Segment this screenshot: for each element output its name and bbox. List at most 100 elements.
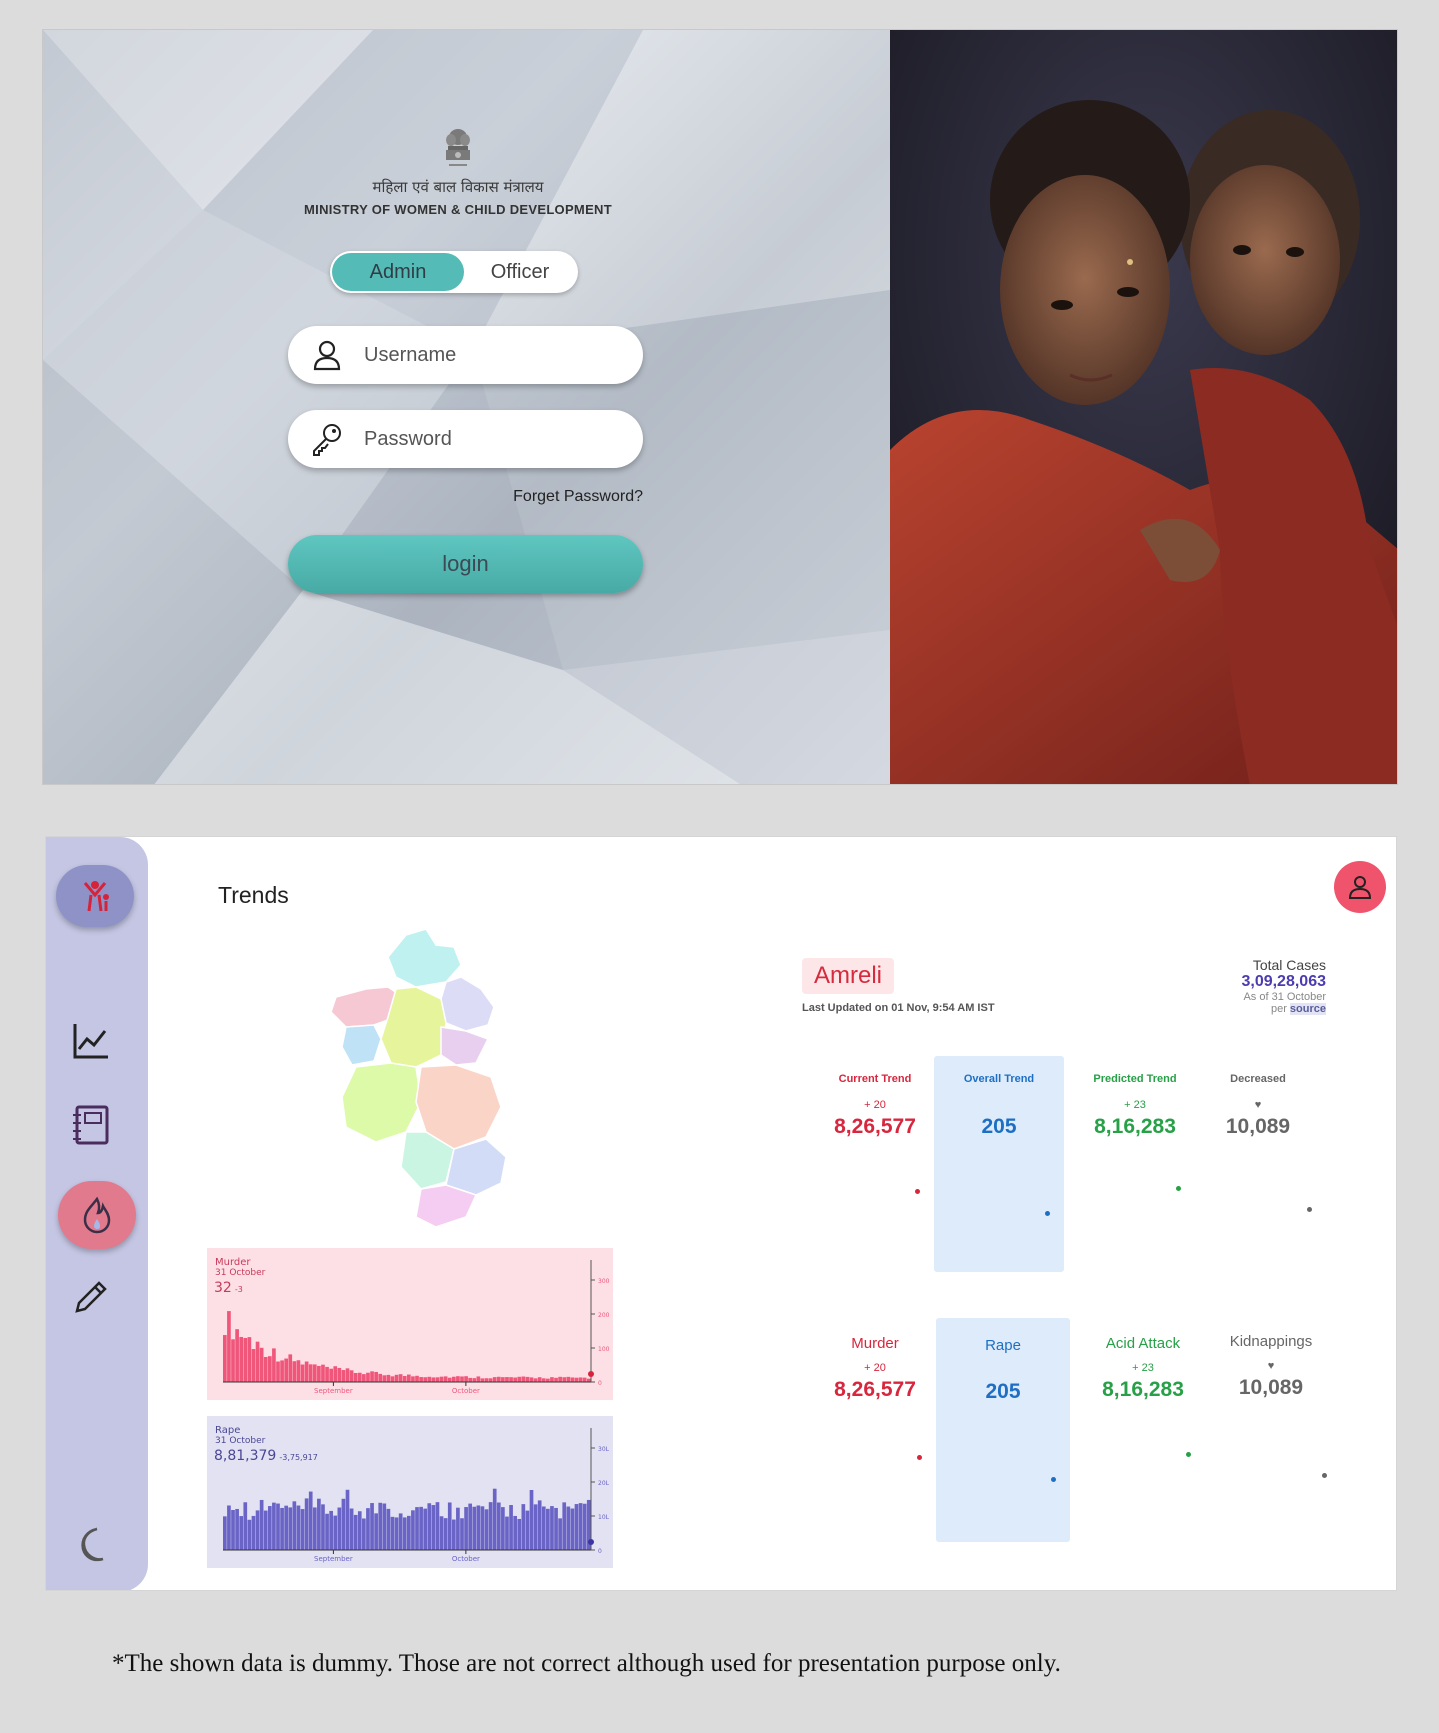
stat-delta bbox=[938, 1364, 1068, 1378]
chart-bar bbox=[337, 1507, 342, 1550]
chart-bar bbox=[333, 1515, 338, 1550]
flame-button[interactable] bbox=[58, 1181, 136, 1249]
y-tick-label: 300 bbox=[598, 1278, 610, 1285]
heart-icon: ♥ bbox=[1267, 1360, 1275, 1372]
chart-bar bbox=[255, 1341, 260, 1382]
map-region bbox=[440, 1026, 490, 1066]
stat-overall-trend[interactable]: Overall Trend 205 bbox=[934, 1073, 1064, 1139]
username-input[interactable] bbox=[364, 336, 624, 374]
chart-bar bbox=[284, 1505, 289, 1550]
chart-bar bbox=[272, 1502, 276, 1550]
chart-bar bbox=[570, 1377, 575, 1382]
stat-label: Rape bbox=[985, 1337, 1021, 1354]
chart-bar bbox=[423, 1377, 428, 1382]
chart-bar bbox=[288, 1354, 293, 1382]
chart-bar bbox=[517, 1518, 522, 1550]
chart-bar bbox=[525, 1510, 530, 1550]
chart-bar bbox=[321, 1364, 325, 1382]
chart-bar bbox=[521, 1504, 526, 1550]
stat-kidnappings[interactable]: Kidnappings ♥ 10,089 bbox=[1206, 1333, 1336, 1400]
chart-bar bbox=[415, 1375, 419, 1382]
chart-bar bbox=[484, 1378, 489, 1382]
chart-bar bbox=[456, 1507, 460, 1550]
chart-bar bbox=[492, 1488, 497, 1550]
district-map bbox=[330, 928, 507, 1228]
chart-bar bbox=[398, 1374, 403, 1382]
ministry-title: MINISTRY OF WOMEN & CHILD DEVELOPMENT bbox=[304, 202, 612, 217]
source-link[interactable]: source bbox=[1289, 1003, 1326, 1015]
chart-bar bbox=[296, 1360, 301, 1382]
y-tick-label: 200 bbox=[598, 1312, 610, 1319]
chart-bar bbox=[317, 1498, 321, 1550]
stat-label: Current Trend bbox=[838, 1073, 912, 1085]
murder-chart-number: 32 bbox=[214, 1280, 232, 1296]
password-input[interactable] bbox=[364, 420, 624, 458]
chart-bar bbox=[353, 1514, 358, 1550]
rape-chart-value: 8,81,379 -3,75,917 bbox=[214, 1448, 318, 1464]
total-cases: Total Cases 3,09,28,063 As of 31 October… bbox=[1106, 957, 1326, 1015]
chart-bar bbox=[558, 1376, 562, 1382]
chart-bar bbox=[267, 1356, 272, 1382]
stat-value: 8,16,283 bbox=[1102, 1378, 1184, 1401]
chart-bar bbox=[554, 1377, 558, 1382]
chart-bar bbox=[386, 1374, 391, 1382]
moon-icon[interactable] bbox=[71, 1525, 111, 1565]
rape-chart-plot: 30L 20L 10L 0 September October bbox=[223, 1428, 610, 1563]
stat-value: 8,16,283 bbox=[1094, 1115, 1176, 1138]
rape-chart: 30L 20L 10L 0 September October Rape 31 Octob… bbox=[207, 1416, 613, 1568]
login-button[interactable]: login bbox=[288, 535, 643, 593]
line-chart-icon[interactable] bbox=[71, 1021, 111, 1061]
logo-icon bbox=[83, 881, 109, 912]
sidebar bbox=[46, 837, 148, 1590]
stat-rape[interactable]: Rape 205 bbox=[938, 1337, 1068, 1404]
chart-bar bbox=[370, 1503, 374, 1550]
forget-password-link[interactable]: Forget Password? bbox=[463, 488, 643, 506]
avatar[interactable] bbox=[1334, 861, 1386, 913]
stat-murder[interactable]: Murder + 20 8,26,577 bbox=[810, 1335, 940, 1402]
chart-bar bbox=[451, 1519, 456, 1550]
stat-decreased[interactable]: Decreased ♥ 10,089 bbox=[1193, 1073, 1323, 1139]
chart-bar bbox=[370, 1371, 374, 1382]
stat-label: Overall Trend bbox=[963, 1073, 1035, 1085]
map-region bbox=[415, 1184, 478, 1228]
chart-bar bbox=[366, 1508, 370, 1550]
notebook-icon[interactable] bbox=[71, 1105, 111, 1145]
chart-bar bbox=[357, 1511, 362, 1550]
role-admin-option[interactable]: Admin bbox=[332, 253, 464, 291]
chart-bar bbox=[394, 1517, 399, 1550]
stat-acid-attack[interactable]: Acid Attack + 23 8,16,283 bbox=[1078, 1335, 1208, 1402]
chart-bar bbox=[227, 1311, 231, 1382]
total-cases-date: As of 31 October bbox=[1243, 991, 1326, 1003]
chart-bar bbox=[292, 1361, 297, 1382]
y-tick-label: 10L bbox=[598, 1514, 610, 1521]
chart-bar bbox=[251, 1515, 256, 1550]
chart-bar bbox=[554, 1507, 558, 1550]
crime-dot bbox=[917, 1455, 922, 1460]
chart-bar bbox=[460, 1518, 464, 1550]
chart-bar bbox=[300, 1509, 305, 1550]
chart-bar bbox=[529, 1490, 534, 1550]
stat-predicted-trend[interactable]: Predicted Trend + 23 8,16,283 bbox=[1070, 1073, 1200, 1139]
chart-bar bbox=[239, 1336, 244, 1382]
chart-bar bbox=[243, 1502, 248, 1550]
trend-dot bbox=[915, 1189, 920, 1194]
stat-value: 10,089 bbox=[1238, 1376, 1304, 1399]
y-tick-label: 20L bbox=[598, 1480, 610, 1487]
chart-bar bbox=[476, 1376, 481, 1382]
chart-bar bbox=[517, 1376, 522, 1382]
chart-bar bbox=[243, 1338, 248, 1382]
chart-bar bbox=[574, 1377, 579, 1382]
chart-bar bbox=[501, 1507, 505, 1550]
stat-current-trend[interactable]: Current Trend + 20 8,26,577 bbox=[810, 1073, 940, 1139]
chart-bar bbox=[280, 1507, 284, 1550]
map-region bbox=[440, 976, 495, 1032]
role-officer-option[interactable]: Officer bbox=[464, 253, 576, 291]
chart-bar bbox=[464, 1507, 468, 1550]
chart-bar bbox=[419, 1506, 423, 1550]
logo-button[interactable] bbox=[56, 865, 134, 927]
pencil-icon[interactable] bbox=[71, 1277, 111, 1317]
stat-delta bbox=[934, 1099, 1064, 1113]
chart-bar bbox=[443, 1376, 448, 1382]
chart-bar bbox=[304, 1498, 309, 1550]
chart-bar bbox=[521, 1376, 526, 1382]
